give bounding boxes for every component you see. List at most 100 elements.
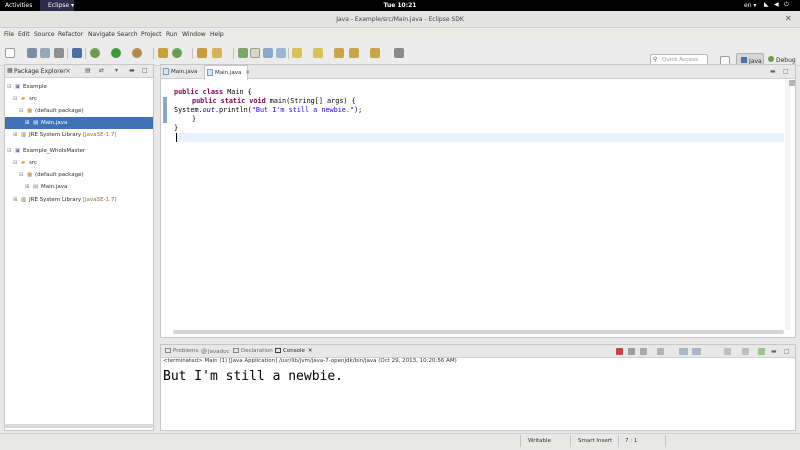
- code-line-2[interactable]: public static void main(String[] args) {: [192, 97, 356, 105]
- console-output[interactable]: But I'm still a newbie.: [163, 369, 343, 384]
- display-console-icon[interactable]: [742, 348, 749, 355]
- word-wrap-icon[interactable]: [692, 348, 701, 355]
- debug-icon[interactable]: [90, 48, 100, 58]
- code-line-5[interactable]: }: [174, 124, 178, 132]
- menu-navigate[interactable]: Navigate: [88, 31, 115, 38]
- tab-label: Problems: [173, 348, 199, 354]
- search-icon[interactable]: [212, 48, 222, 58]
- open-type-icon[interactable]: [197, 48, 207, 58]
- menu-window[interactable]: Window: [182, 31, 206, 38]
- menu-source[interactable]: Source: [34, 31, 55, 38]
- toggle-block-selection-icon[interactable]: [250, 48, 260, 58]
- tree-item-default-package[interactable]: ⊟ ▦ (default package): [19, 105, 84, 117]
- close-view-icon[interactable]: ×: [65, 67, 71, 75]
- collapse-icon[interactable]: ⊟: [19, 172, 27, 178]
- print-icon[interactable]: [54, 48, 64, 58]
- save-icon[interactable]: [27, 48, 37, 58]
- tree-item-src[interactable]: ⊟ ▰ src: [13, 157, 37, 169]
- link-with-editor-icon[interactable]: ⇄: [99, 67, 104, 74]
- show-whitespace-icon[interactable]: [263, 48, 273, 58]
- language-indicator[interactable]: en ▾: [744, 2, 756, 9]
- tree-item-src[interactable]: ⊟ ▰ src: [13, 93, 37, 105]
- expand-icon[interactable]: ⊞: [13, 132, 21, 138]
- tab-javadoc[interactable]: @Javadoc: [201, 348, 230, 355]
- menu-help[interactable]: Help: [210, 31, 224, 38]
- new-class-icon[interactable]: [172, 48, 182, 58]
- new-file-icon[interactable]: [5, 48, 15, 58]
- forward-icon[interactable]: [370, 48, 380, 58]
- previous-annotation-icon[interactable]: [313, 48, 323, 58]
- collapse-icon[interactable]: ⊟: [7, 84, 15, 90]
- pin-console-icon[interactable]: [724, 348, 731, 355]
- tree-item-jre-library[interactable]: ⊞ ▥ JRE System Library [JavaSE-1.7]: [13, 129, 117, 141]
- pin-editor-icon[interactable]: [394, 48, 404, 58]
- console-minimize-icon[interactable]: ▬: [771, 348, 777, 355]
- skip-breakpoints-icon[interactable]: [72, 48, 82, 58]
- editor-tab-main-java[interactable]: Main.java: [161, 65, 203, 79]
- package-explorer-title[interactable]: Package Explorer: [14, 68, 66, 75]
- code-keyword: public class: [174, 88, 224, 96]
- annotation-icon[interactable]: [276, 48, 286, 58]
- tree-item-main-java-selected[interactable]: ⊞ ▤ Main.java: [5, 117, 153, 129]
- overview-ruler-marker[interactable]: [789, 80, 795, 86]
- scroll-lock-icon[interactable]: [679, 348, 688, 355]
- maximize-icon[interactable]: □: [142, 67, 148, 74]
- editor-maximize-icon[interactable]: □: [783, 68, 789, 75]
- collapse-icon[interactable]: ⊟: [19, 108, 27, 114]
- remove-launch-icon[interactable]: [628, 348, 635, 355]
- expand-icon[interactable]: ⊞: [13, 197, 21, 203]
- code-line-3[interactable]: System.out.println("But I'm still a newb…: [174, 106, 362, 114]
- tree-item-project-example[interactable]: ⊟ ▣ Example: [7, 81, 47, 93]
- java-file-icon: [207, 69, 213, 76]
- code-line-1[interactable]: public class Main {: [174, 88, 252, 96]
- toggle-mark-occurrences-icon[interactable]: [238, 48, 248, 58]
- tab-console[interactable]: Console ✕: [275, 348, 312, 354]
- tree-item-project-whoismaster[interactable]: ⊟ ▣ Example_WhoIsMaster: [7, 145, 85, 157]
- console-maximize-icon[interactable]: □: [784, 348, 790, 355]
- menu-run[interactable]: Run: [166, 31, 178, 38]
- collapse-all-icon[interactable]: ▤: [85, 67, 91, 74]
- menu-file[interactable]: File: [4, 31, 14, 38]
- horizontal-scrollbar[interactable]: [5, 424, 153, 428]
- external-tools-icon[interactable]: [132, 48, 142, 58]
- tree-item-default-package[interactable]: ⊟ ▦ (default package): [19, 169, 84, 181]
- open-console-icon[interactable]: [758, 348, 765, 355]
- tab-declaration[interactable]: Declaration: [233, 348, 273, 354]
- clear-console-icon[interactable]: [657, 348, 664, 355]
- menu-refactor[interactable]: Refactor: [58, 31, 83, 38]
- next-annotation-icon[interactable]: [292, 48, 302, 58]
- tree-item-jre-library[interactable]: ⊞ ▥ JRE System Library [JavaSE-1.7]: [13, 194, 117, 206]
- view-menu-icon[interactable]: ▾: [115, 67, 118, 74]
- menu-search[interactable]: Search: [117, 31, 138, 38]
- expand-icon[interactable]: ⊞: [25, 120, 33, 126]
- back-icon[interactable]: [349, 48, 359, 58]
- editor-vertical-ruler[interactable]: [785, 80, 790, 330]
- remove-all-terminated-icon[interactable]: [640, 348, 647, 355]
- menu-edit[interactable]: Edit: [18, 31, 30, 38]
- power-icon[interactable]: ⏻: [784, 1, 789, 9]
- last-edit-location-icon[interactable]: [334, 48, 344, 58]
- tab-problems[interactable]: Problems: [165, 348, 198, 354]
- close-tab-icon[interactable]: ✕: [308, 348, 313, 354]
- minimize-icon[interactable]: ▬: [129, 67, 135, 74]
- tree-item-main-java[interactable]: ⊞ ▤ Main.java: [25, 181, 67, 193]
- collapse-icon[interactable]: ⊟: [7, 148, 15, 154]
- run-icon[interactable]: [111, 48, 121, 58]
- expand-icon[interactable]: ⊞: [25, 184, 33, 190]
- terminate-icon[interactable]: [616, 348, 623, 355]
- collapse-icon[interactable]: ⊟: [13, 96, 21, 102]
- project-icon: ▣: [15, 84, 21, 90]
- editor-minimize-icon[interactable]: ▬: [770, 68, 776, 75]
- collapse-icon[interactable]: ⊟: [13, 160, 21, 166]
- network-icon[interactable]: ◣: [764, 1, 769, 8]
- menu-project[interactable]: Project: [141, 31, 162, 38]
- close-icon[interactable]: ✕: [785, 14, 792, 23]
- volume-icon[interactable]: ◀: [774, 1, 779, 8]
- new-java-project-icon[interactable]: [158, 48, 168, 58]
- save-all-icon[interactable]: [40, 48, 50, 58]
- editor-tab-main-java-active[interactable]: Main.java ✕: [204, 65, 250, 80]
- code-line-4[interactable]: }: [192, 115, 196, 123]
- close-tab-icon[interactable]: ✕: [245, 70, 250, 76]
- clock[interactable]: Tue 10:21: [0, 2, 800, 9]
- editor-horizontal-scrollbar[interactable]: [173, 330, 784, 334]
